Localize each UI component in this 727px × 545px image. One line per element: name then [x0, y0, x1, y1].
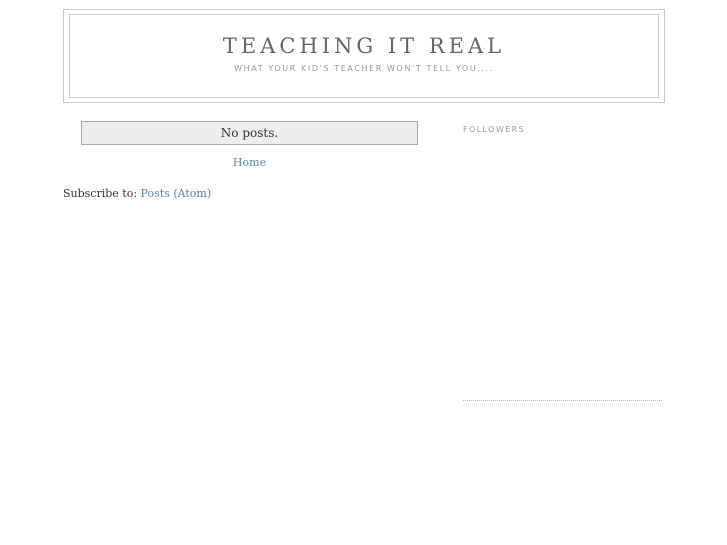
blog-header: TEACHING IT REAL WHAT YOUR KID'S TEACHER… [63, 9, 665, 103]
subscribe-posts-atom-link[interactable]: Posts (Atom) [141, 187, 212, 200]
home-link[interactable]: Home [81, 156, 418, 170]
blog-description: WHAT YOUR KID'S TEACHER WON'T TELL YOU..… [234, 64, 494, 73]
subscribe-line: Subscribe to: Posts (Atom) [63, 187, 211, 201]
blog-header-inner: TEACHING IT REAL WHAT YOUR KID'S TEACHER… [69, 14, 659, 98]
followers-heading: FOLLOWERS [463, 125, 526, 134]
status-message: No posts. [81, 121, 418, 145]
sidebar-divider [463, 400, 662, 401]
blog-title[interactable]: TEACHING IT REAL [70, 33, 658, 59]
subscribe-label: Subscribe to: [63, 187, 138, 200]
